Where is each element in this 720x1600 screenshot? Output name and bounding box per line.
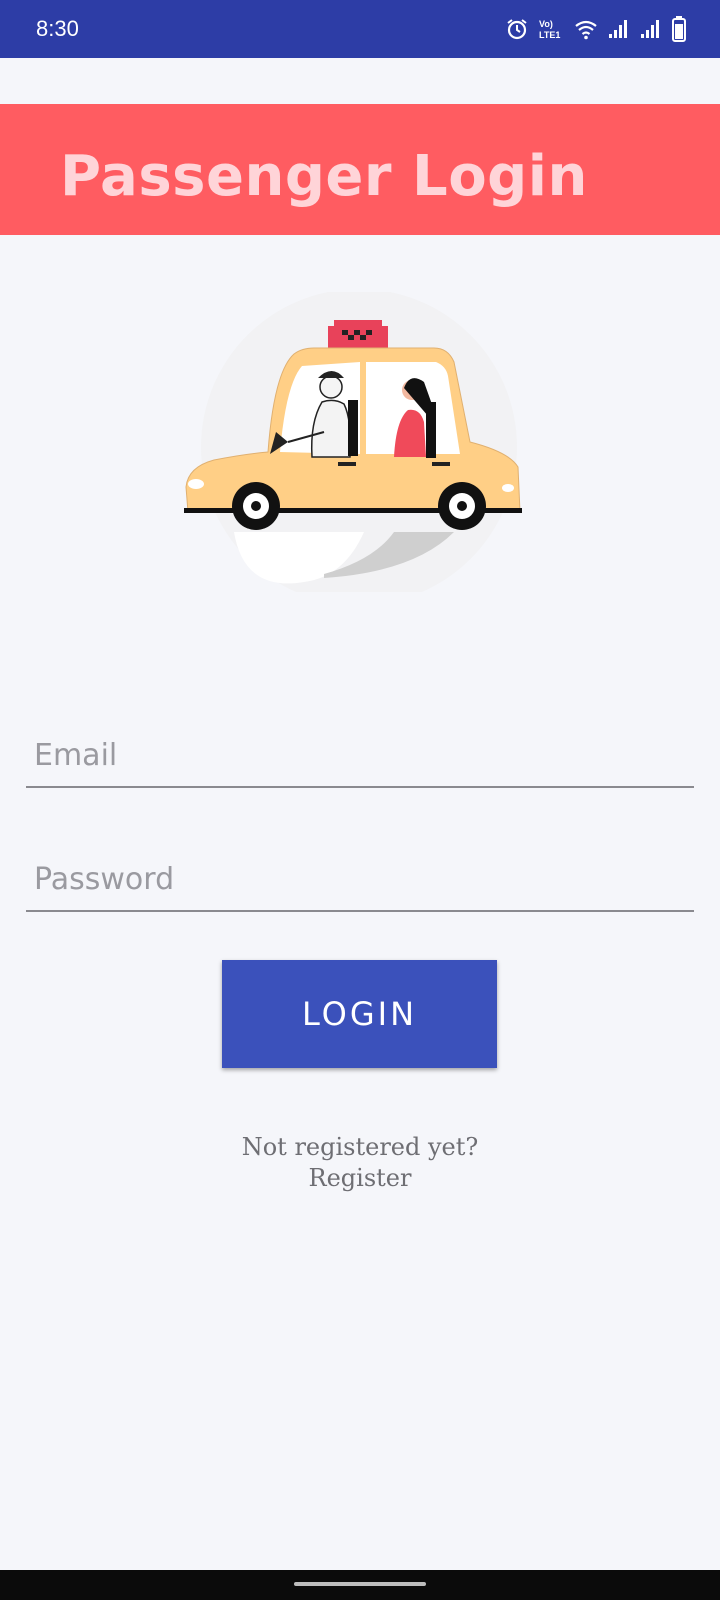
- volte-text-top: Vo): [539, 19, 553, 29]
- register-prompt-area: Not registered yet? Register: [0, 1132, 720, 1194]
- password-input[interactable]: [26, 848, 694, 910]
- status-time: 8:30: [36, 16, 79, 41]
- email-input[interactable]: [26, 724, 694, 786]
- volte-icon: Vo) LTE1: [539, 19, 560, 40]
- register-link[interactable]: Register: [0, 1163, 720, 1194]
- app-header: Passenger Login: [0, 104, 720, 235]
- volte-text-bottom: LTE1: [539, 30, 560, 40]
- status-bar: 8:30 Vo) LTE1: [0, 0, 720, 58]
- alarm-icon: [507, 19, 527, 40]
- signal-icon: [641, 20, 659, 38]
- password-field[interactable]: [26, 848, 694, 912]
- home-gesture-handle[interactable]: [294, 1582, 426, 1586]
- signal-icon: [609, 20, 627, 38]
- page-title: Passenger Login: [60, 144, 588, 209]
- taxi-illustration: [184, 289, 534, 605]
- login-button[interactable]: LOGIN: [222, 960, 497, 1068]
- email-field[interactable]: [26, 724, 694, 788]
- register-prompt: Not registered yet?: [241, 1133, 479, 1161]
- navigation-bar: [0, 1570, 720, 1600]
- status-icons: Vo) LTE1: [506, 14, 686, 44]
- wifi-icon: [575, 20, 597, 40]
- battery-icon: [672, 16, 686, 42]
- taxi-image: [184, 289, 522, 605]
